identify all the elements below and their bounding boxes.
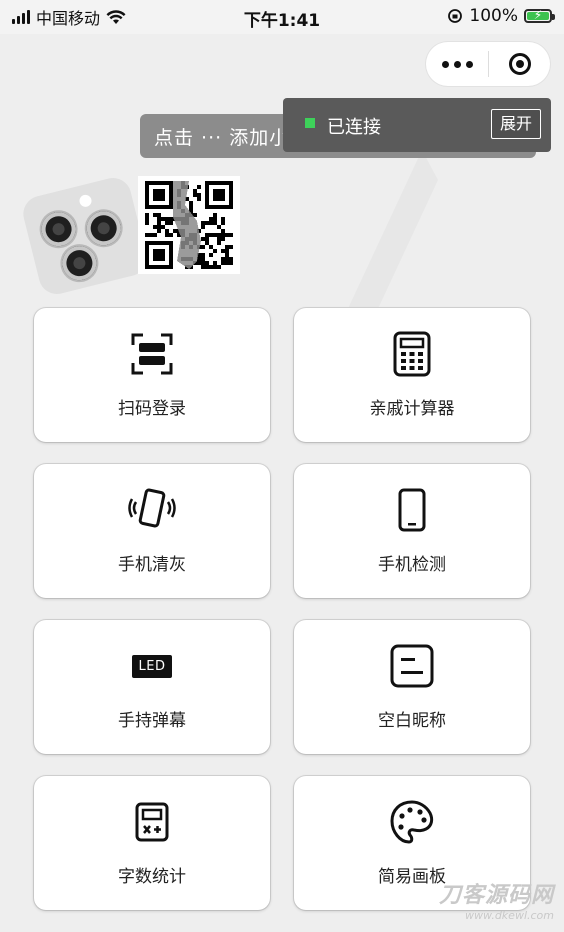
status-bar: 中国移动 下午1:41 100% ⚡: [0, 0, 564, 34]
target-icon: [508, 53, 531, 75]
feature-word-count[interactable]: 字数统计: [34, 776, 270, 910]
camera-lens-icon: [58, 242, 101, 284]
connection-status: 已连接: [327, 117, 381, 138]
background-decoration: [338, 150, 564, 330]
feature-handheld-barrage[interactable]: LED 手持弹幕: [34, 620, 270, 754]
expand-button[interactable]: 展开: [490, 109, 541, 139]
calculator-icon: [393, 331, 431, 377]
connected-indicator-icon: [305, 118, 315, 128]
camera-lens-icon: [37, 208, 80, 250]
feature-relative-calculator[interactable]: 亲戚计算器: [294, 308, 530, 442]
feature-label: 字数统计: [118, 867, 186, 887]
watermark-url: www.dkewl.com: [465, 909, 554, 922]
phone-camera-illustration: [19, 174, 151, 298]
orientation-lock-icon: [448, 9, 463, 23]
battery-icon: ⚡: [524, 8, 555, 23]
feature-label: 亲戚计算器: [369, 399, 455, 419]
word-count-icon: [135, 802, 169, 842]
capsule-menu: [426, 42, 550, 86]
more-dots-icon[interactable]: [426, 42, 488, 86]
qr-code[interactable]: [138, 176, 240, 274]
blank-name-icon: [390, 644, 434, 688]
feature-phone-check[interactable]: 手机检测: [294, 464, 530, 598]
led-icon: LED: [131, 654, 173, 678]
feature-phone-dust-clean[interactable]: 手机清灰: [34, 464, 270, 598]
battery-percent: 100%: [469, 6, 518, 26]
close-miniprogram-button[interactable]: [489, 42, 550, 86]
feature-label: 空白昵称: [378, 711, 446, 731]
feature-label: 手持弹幕: [118, 711, 186, 731]
watermark-title: 刀客源码网: [438, 883, 554, 908]
feature-label: 手机清灰: [118, 555, 186, 575]
phone-vibrate-icon: [128, 488, 176, 528]
camera-flash-icon: [78, 193, 93, 209]
feature-label: 扫码登录: [118, 399, 186, 419]
watermark: 刀客源码网 www.dkewl.com: [439, 877, 554, 922]
phone-icon: [398, 488, 426, 532]
battery-area: 100% ⚡: [447, 6, 555, 26]
camera-lens-icon: [83, 207, 125, 249]
qr-code-icon: [145, 181, 233, 269]
feature-scan-login[interactable]: 扫码登录: [34, 308, 270, 442]
feature-label: 手机检测: [378, 555, 446, 575]
charging-bolt-icon: ⚡: [533, 8, 543, 22]
scan-icon: [131, 333, 173, 375]
palette-icon: [390, 800, 434, 844]
connection-bar: 已连接 展开: [283, 98, 551, 152]
feature-blank-nickname[interactable]: 空白昵称: [294, 620, 530, 754]
